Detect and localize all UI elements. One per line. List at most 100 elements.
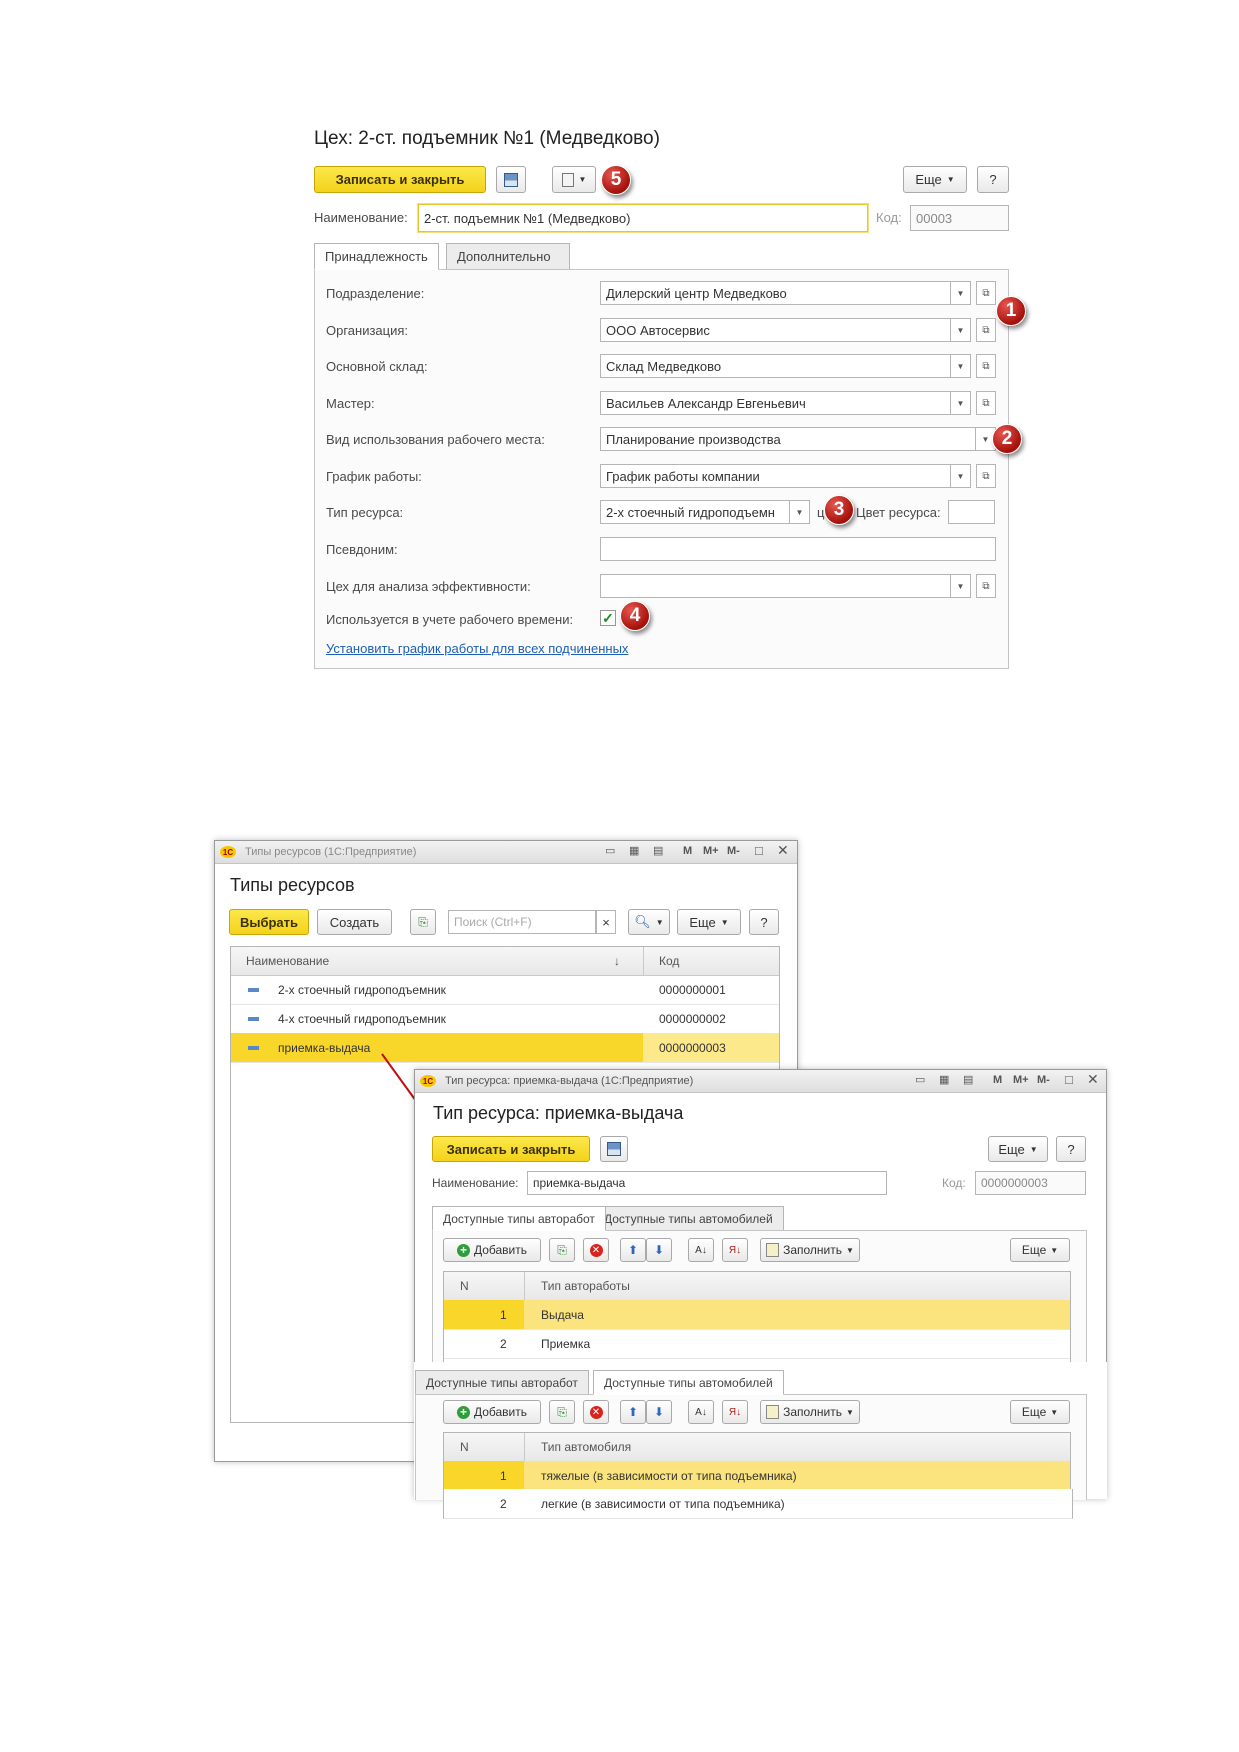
set-schedule-link[interactable]: Установить график работы для всех подчин… [326,641,628,656]
table-row-selected[interactable]: 1 Выдача [444,1300,1070,1330]
more-car-button[interactable]: Еще ▼ [1010,1400,1070,1424]
analysis-workshop-field[interactable] [600,574,951,598]
move-up-car-button[interactable]: ⬆ [620,1400,646,1424]
color-field[interactable] [948,500,995,524]
calendar-icon[interactable]: ▤ [963,1073,973,1086]
copy-car-button[interactable]: ⎘ [549,1400,575,1424]
department-field[interactable]: Дилерский центр Медведково [600,281,951,305]
sort-desc-car-button[interactable]: Я↓ [722,1400,748,1424]
organization-dropdown[interactable]: ▼ [951,318,971,342]
column-header-car-type[interactable]: Тип автомобиля [541,1433,631,1461]
master-dropdown[interactable]: ▼ [951,391,971,415]
link-icon[interactable]: ▭ [605,844,615,857]
tab-work-types[interactable]: Доступные типы авторабот [432,1206,606,1231]
master-field[interactable]: Васильев Александр Евгеньевич [600,391,951,415]
close-icon[interactable]: ✕ [1087,1071,1099,1088]
memory-mplus-icon[interactable]: M+ [703,845,719,857]
column-header-n[interactable]: N [460,1272,469,1300]
row-code: 0000000003 [659,1040,726,1055]
maximize-icon[interactable]: □ [1065,1072,1073,1087]
tab-additional[interactable]: Дополнительно [446,243,570,270]
organization-field[interactable]: ООО Автосервис [600,318,951,342]
tab-car-types[interactable]: Доступные типы автомобилей [593,1206,784,1231]
alias-field[interactable] [600,537,996,561]
schedule-open[interactable]: ⧉ [976,464,996,488]
name-field[interactable]: приемка-выдача [527,1171,887,1195]
worktime-checkbox[interactable]: ✓ [600,610,616,626]
more-button[interactable]: Еще ▼ [677,909,741,935]
column-header-code[interactable]: Код [659,947,679,975]
table-row-selected[interactable]: 1 тяжелые (в зависимости от типа подъемн… [444,1461,1070,1491]
master-open[interactable]: ⧉ [976,391,996,415]
memory-m-icon[interactable]: M [683,845,692,857]
more-button[interactable]: Еще ▼ [903,166,967,193]
calculator-icon[interactable]: ▦ [939,1073,949,1086]
delete-car-button[interactable]: ✕ [583,1400,609,1424]
save-button[interactable] [600,1136,628,1162]
tab-ownership[interactable]: Принадлежность [314,243,439,270]
column-header-name[interactable]: Наименование [246,947,329,975]
move-up-work-button[interactable]: ⬆ [620,1238,646,1262]
link-icon[interactable]: ▭ [915,1073,925,1086]
search-clear-button[interactable]: × [596,910,616,934]
table-row[interactable]: 4-х стоечный гидроподъемник 0000000002 [231,1004,779,1034]
calculator-icon[interactable]: ▦ [629,844,639,857]
tab-work-types-2[interactable]: Доступные типы авторабот [415,1370,589,1395]
table-row[interactable]: 2-х стоечный гидроподъемник 0000000001 [231,975,779,1005]
code-field[interactable]: 0000000003 [975,1171,1086,1195]
search-input[interactable]: Поиск (Ctrl+F) [448,910,596,934]
print-menu-button[interactable]: ▼ [552,166,596,193]
column-header-n[interactable]: N [460,1433,469,1461]
tab-car-types-2[interactable]: Доступные типы автомобилей [593,1370,784,1395]
calendar-icon[interactable]: ▤ [653,844,663,857]
help-button[interactable]: ? [749,909,779,935]
fill-work-button[interactable]: Заполнить ▼ [760,1238,860,1262]
sort-desc-work-button[interactable]: Я↓ [722,1238,748,1262]
sort-asc-work-button[interactable]: А↓ [688,1238,714,1262]
close-icon[interactable]: ✕ [777,842,789,859]
choose-button[interactable]: Выбрать [229,909,309,935]
analysis-workshop-open[interactable]: ⧉ [976,574,996,598]
table-row[interactable]: 2 Приемка [444,1329,1070,1359]
memory-mminus-icon[interactable]: M- [727,845,740,857]
resource-type-field[interactable]: 2-х стоечный гидроподъемн [600,500,790,524]
warehouse-open[interactable]: ⧉ [976,354,996,378]
memory-m-icon[interactable]: M [993,1074,1002,1086]
department-dropdown[interactable]: ▼ [951,281,971,305]
memory-mplus-icon[interactable]: M+ [1013,1074,1029,1086]
help-button[interactable]: ? [1056,1136,1086,1162]
code-field[interactable]: 00003 [910,205,1009,231]
car-types-extra-row[interactable]: 2 легкие (в зависимости от типа подъемни… [443,1489,1073,1519]
column-header-work-type[interactable]: Тип авторaботы [541,1272,630,1300]
add-work-button[interactable]: + Добавить [443,1238,541,1262]
warehouse-dropdown[interactable]: ▼ [951,354,971,378]
sort-asc-car-button[interactable]: А↓ [688,1400,714,1424]
more-button[interactable]: Еще ▼ [988,1136,1048,1162]
table-row-selected[interactable]: приемка-выдача 0000000003 [231,1033,779,1063]
fill-car-button[interactable]: Заполнить ▼ [760,1400,860,1424]
schedule-dropdown[interactable]: ▼ [951,464,971,488]
copy-work-button[interactable]: ⎘ [549,1238,575,1262]
maximize-icon[interactable]: □ [755,843,763,858]
department-open[interactable]: ⧉ [976,281,996,305]
add-car-button[interactable]: + Добавить [443,1400,541,1424]
delete-work-button[interactable]: ✕ [583,1238,609,1262]
move-down-work-button[interactable]: ⬇ [646,1238,672,1262]
warehouse-field[interactable]: Склад Медведково [600,354,951,378]
save-button[interactable] [496,166,526,193]
memory-mminus-icon[interactable]: M- [1037,1074,1050,1086]
create-button[interactable]: Создать [317,909,392,935]
analysis-workshop-dropdown[interactable]: ▼ [951,574,971,598]
more-work-button[interactable]: Еще ▼ [1010,1238,1070,1262]
search-menu-button[interactable]: 🔍︎ ▼ [628,909,670,935]
move-down-car-button[interactable]: ⬇ [646,1400,672,1424]
help-button[interactable]: ? [977,166,1009,193]
name-field[interactable]: 2-ст. подъемник №1 (Медведково) [418,204,868,232]
usage-type-field[interactable]: Планирование производства [600,427,976,451]
save-close-button[interactable]: Записать и закрыть [432,1136,590,1162]
save-close-button[interactable]: Записать и закрыть [314,166,486,193]
copy-button[interactable]: ⎘ [410,909,436,935]
schedule-field[interactable]: График работы компании [600,464,951,488]
resource-type-dropdown[interactable]: ▼ [790,500,810,524]
organization-open[interactable]: ⧉ [976,318,996,342]
